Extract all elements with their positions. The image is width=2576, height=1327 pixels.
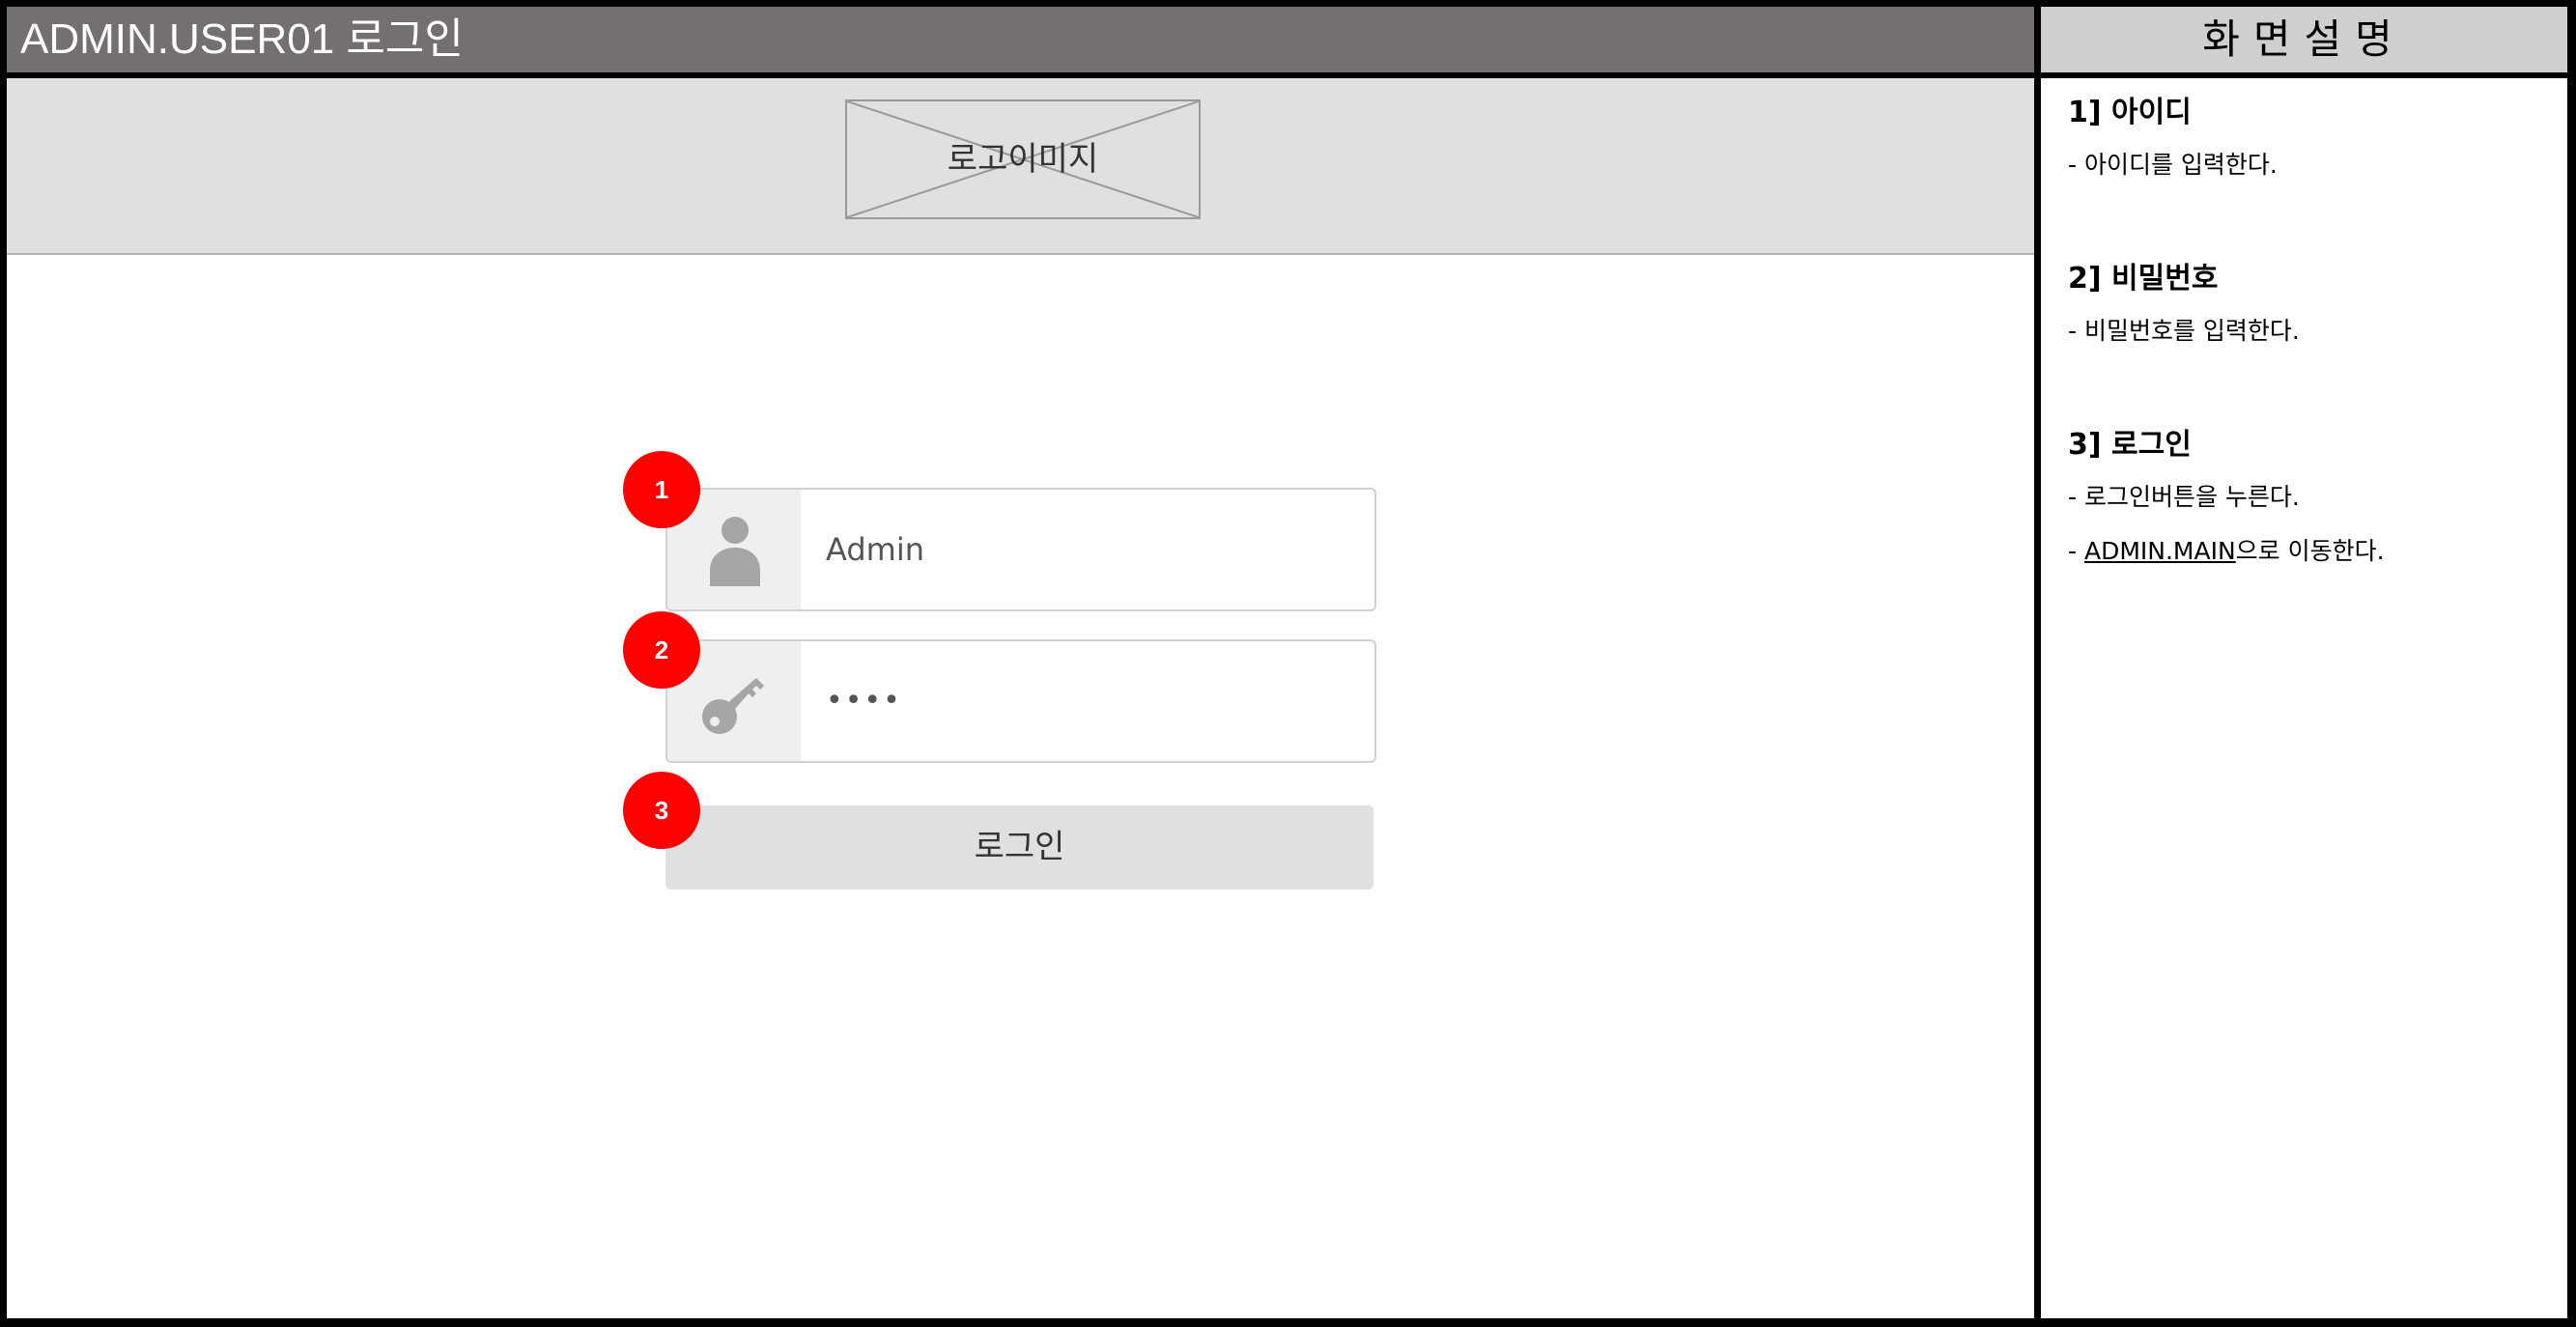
link-line-suffix: 으로 이동한다. (2235, 537, 2385, 565)
marker-1: 1 (623, 451, 700, 528)
description-section-password: 2] 비밀번호 - 비밀번호를 입력한다. (2068, 258, 2551, 351)
description-section-title: 1] 아이디 (2068, 96, 2192, 129)
description-section-id: 1] 아이디 - 아이디를 입력한다. (2068, 92, 2551, 184)
marker-3: 3 (623, 772, 700, 849)
username-value[interactable]: Admin (826, 490, 924, 609)
password-value[interactable]: •••• (826, 641, 902, 761)
user-icon (710, 517, 760, 586)
admin-main-link[interactable]: ADMIN.MAIN (2084, 537, 2236, 565)
screen-canvas: 로고이미지 Admin •••• 로그인 1 2 3 (7, 78, 2034, 1318)
description-section-title: 3] 로그인 (2068, 428, 2192, 462)
logo-placeholder-label: 로고이미지 (947, 140, 1099, 179)
description-line: - 비밀번호를 입력한다. (2068, 317, 2300, 345)
login-button[interactable]: 로그인 (665, 805, 1373, 889)
key-icon (702, 678, 764, 734)
logo-image-placeholder: 로고이미지 (845, 99, 1201, 219)
marker-2: 2 (623, 611, 700, 689)
screen-title-bar: ADMIN.USER01 로그인 (7, 7, 2034, 72)
description-header: 화면설명 (2041, 7, 2567, 72)
link-line-prefix: - (2068, 537, 2084, 565)
screen-title: ADMIN.USER01 로그인 (20, 15, 464, 63)
description-panel: 1] 아이디 - 아이디를 입력한다. 2] 비밀번호 - 비밀번호를 입력한다… (2041, 78, 2567, 1318)
username-field[interactable]: Admin (665, 488, 1376, 611)
logo-header: 로고이미지 (7, 78, 2034, 255)
description-link-line: - ADMIN.MAIN으로 이동한다. (2068, 532, 2551, 571)
description-line: - 아이디를 입력한다. (2068, 151, 2278, 179)
description-section-login: 3] 로그인 - 로그인버튼을 누른다. - ADMIN.MAIN으로 이동한다… (2068, 424, 2551, 571)
description-line: - 로그인버튼을 누른다. (2068, 483, 2300, 511)
password-field[interactable]: •••• (665, 639, 1376, 763)
description-section-title: 2] 비밀번호 (2068, 262, 2219, 296)
